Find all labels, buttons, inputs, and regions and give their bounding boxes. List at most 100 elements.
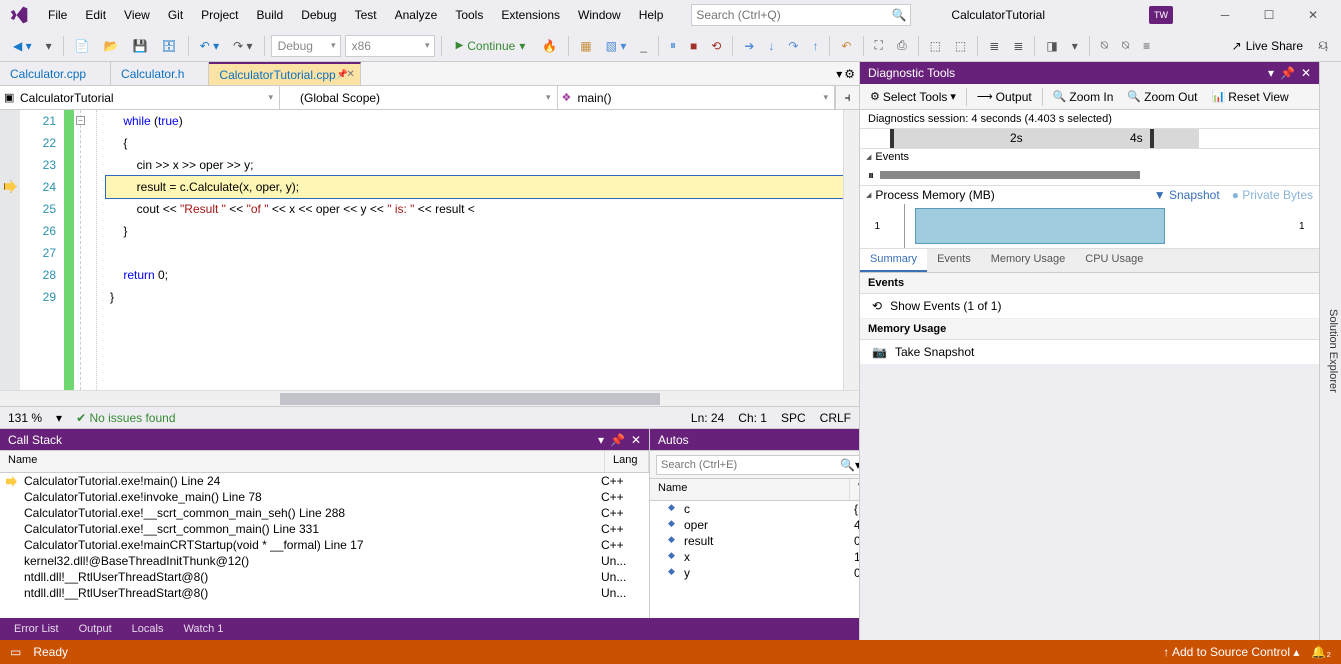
menu-test[interactable]: Test: [347, 4, 385, 26]
nav-fwd-button[interactable]: ▾: [41, 36, 57, 56]
pin-icon[interactable]: 📌: [610, 433, 625, 447]
quick-launch-search[interactable]: 🔍: [691, 4, 911, 26]
save-button[interactable]: 💾: [128, 36, 153, 56]
output-button[interactable]: ⟶ Output: [971, 88, 1038, 106]
callstack-col-lang[interactable]: Lang: [605, 451, 649, 472]
zoom-in-button[interactable]: 🔍 Zoom In: [1047, 88, 1120, 106]
tab-settings-button[interactable]: ⚙: [844, 67, 855, 81]
close-icon[interactable]: ✕: [1301, 66, 1311, 80]
feedback-button[interactable]: ୟ: [1313, 35, 1333, 56]
callstack-row[interactable]: ntdll.dll!__RtlUserThreadStart@8()Un...: [0, 585, 649, 601]
tb-btn-5[interactable]: ⛶: [870, 35, 888, 56]
vertical-scrollbar[interactable]: [843, 110, 859, 390]
diagnostic-title[interactable]: Diagnostic Tools ▾📌✕: [860, 62, 1319, 84]
memory-section-head[interactable]: Process Memory (MB) ▼ Snapshot ● Private…: [860, 186, 1319, 204]
breakpoint-gutter[interactable]: [0, 110, 20, 390]
autos-title[interactable]: Autos ▾📌✕: [650, 429, 859, 451]
tb-btn-2[interactable]: ▧ ▾: [601, 36, 632, 56]
close-tab-icon[interactable]: ✕: [343, 69, 357, 80]
config-combo[interactable]: Debug: [271, 35, 341, 57]
solution-explorer-tab[interactable]: Solution Explorer: [1319, 62, 1341, 640]
menu-edit[interactable]: Edit: [77, 4, 114, 26]
panel-dropdown-icon[interactable]: ▾: [598, 433, 604, 447]
step-over-button[interactable]: ↷: [783, 36, 803, 56]
code-editor[interactable]: 212223242526272829 − while (true) { cin …: [0, 110, 859, 390]
horizontal-scrollbar[interactable]: [0, 390, 859, 406]
menu-tools[interactable]: Tools: [447, 4, 491, 26]
menu-extensions[interactable]: Extensions: [493, 4, 568, 26]
open-button[interactable]: 📂: [99, 36, 124, 56]
panel-dropdown-icon[interactable]: ▾: [1268, 66, 1274, 80]
show-events-item[interactable]: ⟲Show Events (1 of 1): [860, 294, 1319, 319]
take-snapshot-item[interactable]: 📷Take Snapshot: [860, 340, 1319, 365]
callstack-row[interactable]: CalculatorTutorial.exe!mainCRTStartup(vo…: [0, 537, 649, 553]
undo-button[interactable]: ↶ ▾: [195, 36, 224, 56]
menu-file[interactable]: File: [40, 4, 75, 26]
tab-calculator-cpp[interactable]: Calculator.cpp: [0, 62, 111, 85]
nav-back-button[interactable]: ◀ ▾: [8, 36, 37, 56]
nav-scope-combo[interactable]: (Global Scope): [280, 86, 558, 109]
autos-col-value[interactable]: Value: [850, 479, 859, 500]
search-input[interactable]: [696, 8, 891, 22]
maximize-button[interactable]: ☐: [1247, 1, 1291, 29]
diag-tab-summary[interactable]: Summary: [860, 249, 927, 272]
close-button[interactable]: ✕: [1291, 1, 1335, 29]
tab-error-list[interactable]: Error List: [4, 620, 69, 638]
save-all-button[interactable]: 🗄: [156, 36, 181, 56]
pin-icon[interactable]: 📌: [1280, 66, 1295, 80]
autos-row[interactable]: c{...}Calculator: [650, 501, 859, 517]
autos-search[interactable]: 🔍▾: [656, 455, 859, 475]
autos-row[interactable]: y0.0000000000000000double: [650, 565, 859, 581]
callstack-row[interactable]: CalculatorTutorial.exe!__scrt_common_mai…: [0, 505, 649, 521]
source-control-button[interactable]: ↑ Add to Source Control ▴: [1163, 645, 1299, 659]
code-body[interactable]: while (true) { cin >> x >> oper >> y; re…: [106, 110, 859, 390]
tb-btn-12[interactable]: ▾: [1067, 36, 1083, 56]
fold-toggle-icon[interactable]: −: [76, 116, 85, 125]
autos-search-input[interactable]: [661, 459, 840, 471]
callstack-row[interactable]: ntdll.dll!__RtlUserThreadStart@8()Un...: [0, 569, 649, 585]
tb-btn-4[interactable]: ↶: [836, 36, 856, 56]
tb-btn-6[interactable]: ⎙: [892, 35, 912, 56]
restart-button[interactable]: ⟲: [706, 36, 726, 56]
callstack-row[interactable]: CalculatorTutorial.exe!main() Line 24C++: [0, 473, 649, 489]
tb-btn-3[interactable]: _: [635, 36, 652, 56]
menu-git[interactable]: Git: [160, 4, 191, 26]
outline-gutter[interactable]: −: [74, 110, 90, 390]
callstack-row[interactable]: CalculatorTutorial.exe!invoke_main() Lin…: [0, 489, 649, 505]
tab-locals[interactable]: Locals: [122, 620, 174, 638]
zoom-level[interactable]: 131 %: [8, 411, 42, 425]
time-ruler[interactable]: 2s 4s: [860, 129, 1319, 149]
callstack-body[interactable]: CalculatorTutorial.exe!main() Line 24C++…: [0, 473, 649, 618]
reset-view-button[interactable]: 📊 Reset View: [1205, 88, 1294, 106]
diag-tab-events[interactable]: Events: [927, 249, 981, 272]
zoom-out-button[interactable]: 🔍 Zoom Out: [1121, 88, 1203, 106]
autos-col-name[interactable]: Name: [650, 479, 850, 500]
close-icon[interactable]: ✕: [631, 433, 641, 447]
menu-debug[interactable]: Debug: [293, 4, 344, 26]
hot-reload-button[interactable]: 🔥: [537, 36, 562, 56]
select-tools-button[interactable]: ⚙ Select Tools ▾: [864, 88, 962, 106]
continue-button[interactable]: Continue ▾: [448, 36, 534, 56]
tab-watch1[interactable]: Watch 1: [173, 620, 233, 638]
redo-button[interactable]: ↷ ▾: [228, 36, 257, 56]
menu-analyze[interactable]: Analyze: [387, 4, 446, 26]
notifications-button[interactable]: 🔔₂: [1311, 645, 1331, 659]
issues-status[interactable]: ✔ No issues found: [76, 411, 175, 425]
tab-output[interactable]: Output: [69, 620, 122, 638]
tb-btn-14[interactable]: ⍉: [1117, 35, 1134, 56]
tb-btn-10[interactable]: ≣: [1008, 36, 1028, 56]
tb-btn-7[interactable]: ⬚: [925, 36, 946, 56]
nav-func-combo[interactable]: ❖main(): [558, 86, 836, 109]
diag-tab-cpu[interactable]: CPU Usage: [1075, 249, 1153, 272]
menu-view[interactable]: View: [116, 4, 158, 26]
platform-combo[interactable]: x86: [345, 35, 435, 57]
tab-dropdown-button[interactable]: ▾: [836, 67, 842, 81]
tb-btn-9[interactable]: ≣: [984, 36, 1004, 56]
menu-help[interactable]: Help: [631, 4, 672, 26]
autos-body[interactable]: c{...}Calculatoroper47 '/'charresult0.00…: [650, 501, 859, 618]
tab-calculatortutorial-cpp[interactable]: CalculatorTutorial.cpp 📌 ✕: [209, 62, 360, 85]
tb-btn-1[interactable]: ▦: [575, 36, 596, 56]
split-button[interactable]: ⫞: [835, 86, 859, 109]
autos-row[interactable]: result0.0000000000000000double: [650, 533, 859, 549]
step-out-button[interactable]: ↑: [807, 36, 823, 56]
